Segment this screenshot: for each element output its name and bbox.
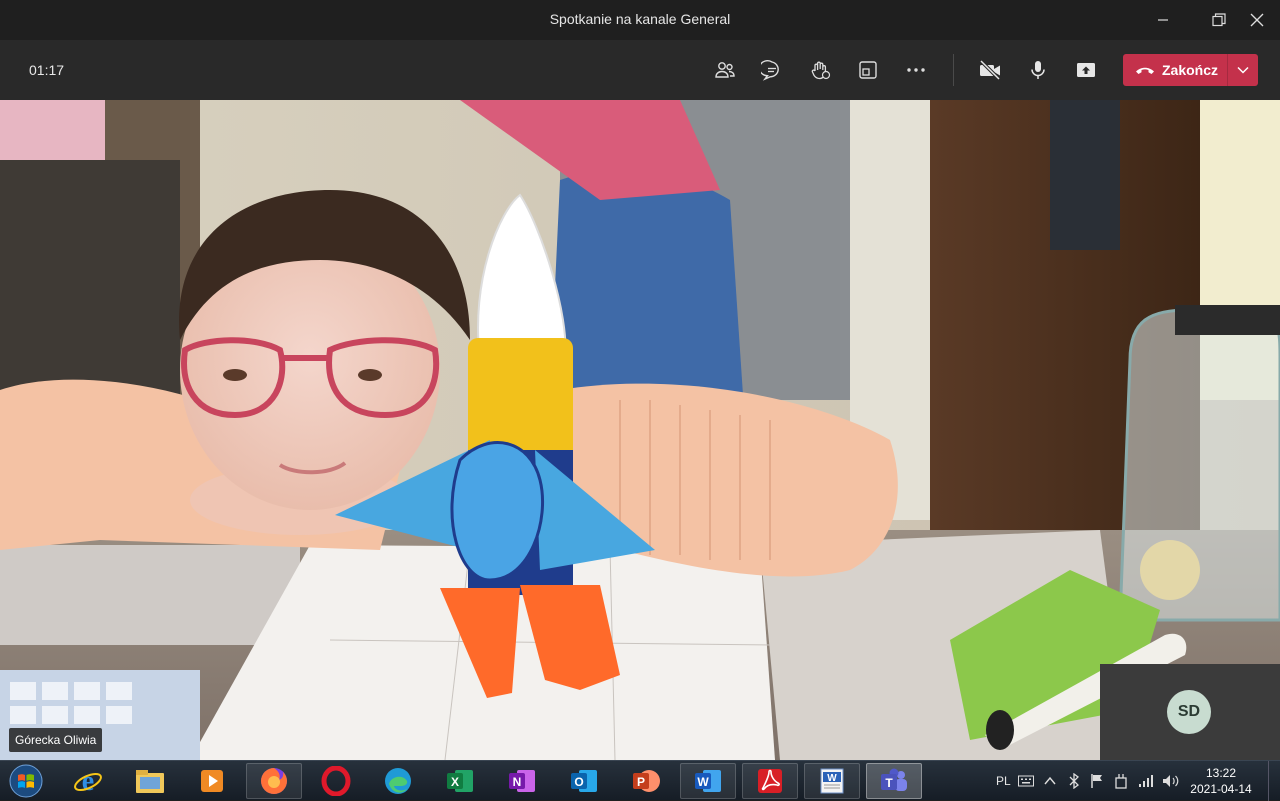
windows-taskbar: e X N O P W W T PL 13:22 2021-04-14 xyxy=(0,760,1280,801)
meeting-toolbar: 01:17 xyxy=(0,40,1280,100)
battery-plug-icon xyxy=(1115,774,1127,789)
share-screen-button[interactable] xyxy=(1070,54,1102,86)
taskbar-wordpad[interactable]: W xyxy=(804,763,860,799)
minimize-button[interactable] xyxy=(1140,0,1186,40)
more-icon xyxy=(907,68,925,72)
camera-toggle-button[interactable] xyxy=(974,54,1006,86)
taskbar-acrobat-reader[interactable] xyxy=(742,763,798,799)
restore-icon xyxy=(1212,13,1226,27)
raise-hand-icon xyxy=(811,61,831,80)
taskbar-teams[interactable]: T xyxy=(866,763,922,799)
flag-icon xyxy=(1091,774,1102,788)
close-icon xyxy=(1250,13,1264,27)
leave-label: Zakończ xyxy=(1162,62,1219,78)
bluetooth-tray-button[interactable] xyxy=(1068,761,1080,801)
microphone-icon xyxy=(1031,61,1045,79)
more-actions-button[interactable] xyxy=(900,54,932,86)
participants-button[interactable] xyxy=(709,54,741,86)
excel-icon: X xyxy=(447,770,473,792)
keyboard-tray-button[interactable] xyxy=(1018,761,1034,801)
teams-icon: T xyxy=(881,768,907,791)
internet-explorer-icon: e xyxy=(74,766,102,796)
taskbar-opera[interactable] xyxy=(308,763,364,799)
folder-icon xyxy=(136,770,164,793)
rooms-icon xyxy=(859,61,877,79)
firefox-icon xyxy=(261,768,287,794)
taskbar-word[interactable]: W xyxy=(680,763,736,799)
taskbar-powerpoint[interactable]: P xyxy=(618,763,674,799)
taskbar-file-explorer[interactable] xyxy=(122,763,178,799)
power-tray-button[interactable] xyxy=(1114,761,1128,801)
toolbar-divider xyxy=(953,54,954,86)
reactions-button[interactable] xyxy=(804,54,836,86)
svg-text:T: T xyxy=(885,776,893,790)
video-frame xyxy=(0,100,1280,760)
start-button[interactable] xyxy=(6,763,46,799)
language-indicator[interactable]: PL xyxy=(996,761,1011,801)
chat-button[interactable] xyxy=(756,54,788,86)
signal-bars-icon xyxy=(1139,775,1153,787)
acrobat-reader-icon xyxy=(758,769,782,793)
taskbar-edge[interactable] xyxy=(370,763,426,799)
language-label: PL xyxy=(996,774,1011,788)
windows-start-icon xyxy=(9,764,43,798)
chevron-up-icon xyxy=(1044,776,1056,785)
self-avatar: SD xyxy=(1167,690,1211,734)
hang-up-icon xyxy=(1136,67,1154,74)
svg-text:O: O xyxy=(574,775,583,789)
svg-text:W: W xyxy=(827,773,837,784)
participant-name-tag: Górecka Oliwia xyxy=(9,728,103,752)
bluetooth-icon xyxy=(1069,773,1079,789)
outlook-icon: O xyxy=(571,770,597,792)
breakout-rooms-button[interactable] xyxy=(852,54,884,86)
speaker-icon xyxy=(1163,775,1179,787)
chat-icon xyxy=(761,60,779,81)
svg-text:X: X xyxy=(451,775,459,789)
taskbar-internet-explorer[interactable]: e xyxy=(60,763,116,799)
onenote-icon: N xyxy=(509,770,535,792)
minimize-icon xyxy=(1158,19,1168,21)
people-icon xyxy=(715,62,735,78)
taskbar-onenote[interactable]: N xyxy=(494,763,550,799)
edge-icon xyxy=(385,768,411,794)
network-tray-button[interactable] xyxy=(1138,761,1154,801)
show-desktop-button[interactable] xyxy=(1268,761,1280,801)
camera-off-icon xyxy=(979,59,1001,81)
svg-text:N: N xyxy=(513,775,522,789)
taskbar-media-player[interactable] xyxy=(184,763,240,799)
window-title: Spotkanie na kanale General xyxy=(549,11,731,27)
opera-icon xyxy=(321,766,351,796)
participant-video xyxy=(0,100,1280,760)
leave-meeting-button[interactable]: Zakończ xyxy=(1123,54,1258,86)
taskbar-outlook[interactable]: O xyxy=(556,763,612,799)
media-player-icon xyxy=(201,770,223,792)
action-center-flag-button[interactable] xyxy=(1090,761,1104,801)
title-bar: Spotkanie na kanale General xyxy=(0,0,1280,40)
show-hidden-icons-button[interactable] xyxy=(1044,761,1056,801)
word-icon: W xyxy=(695,770,721,792)
meeting-timer: 01:17 xyxy=(29,62,65,78)
taskbar-clock[interactable]: 13:22 2021-04-14 xyxy=(1190,765,1252,797)
clock-time: 13:22 xyxy=(1205,766,1237,780)
svg-text:W: W xyxy=(697,775,709,789)
chevron-down-icon xyxy=(1237,66,1249,74)
svg-text:e: e xyxy=(82,766,94,796)
clock-date: 2021-04-14 xyxy=(1190,782,1252,796)
powerpoint-icon: P xyxy=(633,770,660,792)
wordpad-icon: W xyxy=(820,768,844,794)
volume-tray-button[interactable] xyxy=(1162,761,1180,801)
svg-text:P: P xyxy=(637,775,645,789)
leave-main[interactable]: Zakończ xyxy=(1123,54,1227,86)
keyboard-icon xyxy=(1018,775,1034,787)
mic-toggle-button[interactable] xyxy=(1022,54,1054,86)
close-window-button[interactable] xyxy=(1234,0,1280,40)
taskbar-excel[interactable]: X xyxy=(432,763,488,799)
taskbar-firefox[interactable] xyxy=(246,763,302,799)
share-tray-icon xyxy=(1077,63,1095,77)
leave-options-dropdown[interactable] xyxy=(1228,54,1258,86)
